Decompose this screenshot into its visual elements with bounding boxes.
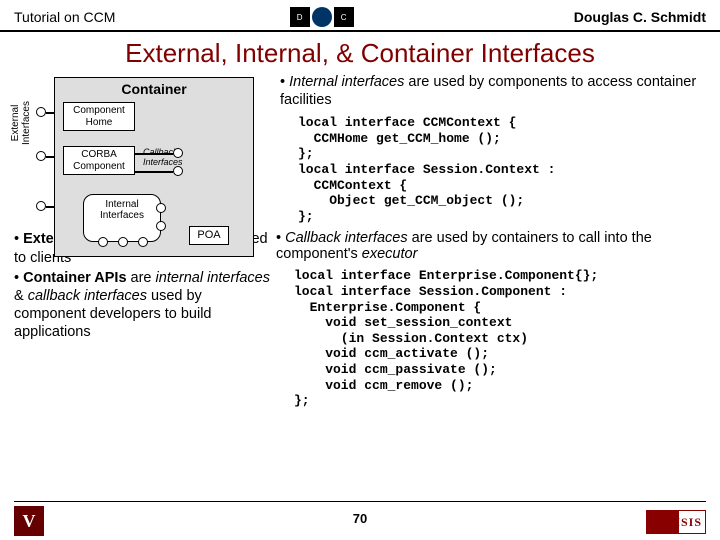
page-number: 70 bbox=[0, 511, 720, 526]
text: callback interfaces bbox=[28, 288, 147, 304]
port-icon bbox=[173, 166, 183, 176]
poa-box: POA bbox=[189, 226, 229, 245]
port-icon bbox=[36, 107, 46, 117]
container-label: Container bbox=[55, 78, 253, 99]
port-icon bbox=[173, 148, 183, 158]
text: internal interfaces bbox=[156, 270, 270, 286]
internal-interfaces-label: Internal Interfaces bbox=[100, 199, 144, 221]
callback-bullet-area: • Callback interfaces are used by contai… bbox=[270, 230, 706, 408]
header-author: Douglas C. Schmidt bbox=[574, 9, 706, 25]
slide-title: External, Internal, & Container Interfac… bbox=[0, 32, 720, 73]
container-box: Container Component Home CORBA Component… bbox=[54, 77, 254, 257]
upper-content: External Interfaces Container Component … bbox=[0, 73, 720, 224]
port-icon bbox=[156, 221, 166, 231]
doc-logo: DC bbox=[290, 6, 400, 28]
api-bullets: • External APIs are interfaces provided … bbox=[14, 230, 270, 408]
footer-divider bbox=[14, 501, 706, 502]
code-block-ccmcontext: local interface CCMContext { CCMHome get… bbox=[280, 115, 706, 224]
text: Internal interfaces bbox=[289, 74, 404, 90]
header-left: Tutorial on CCM bbox=[14, 9, 115, 25]
isis-logo bbox=[646, 510, 706, 534]
port-icon bbox=[156, 203, 166, 213]
internal-interfaces-bullet: • Internal interfaces are used by compon… bbox=[280, 73, 706, 109]
callback-interfaces-bullet: • Callback interfaces are used by contai… bbox=[276, 230, 706, 262]
corba-component-box: CORBA Component bbox=[63, 146, 135, 175]
text: & bbox=[14, 288, 28, 304]
port-icon bbox=[36, 201, 46, 211]
slide-header: Tutorial on CCM DC Douglas C. Schmidt bbox=[0, 0, 720, 32]
text: executor bbox=[362, 246, 418, 262]
internal-interfaces-box: Internal Interfaces bbox=[83, 194, 161, 242]
container-diagram: External Interfaces Container Component … bbox=[14, 73, 274, 224]
text: Container APIs bbox=[23, 270, 126, 286]
component-home-box: Component Home bbox=[63, 102, 135, 131]
text: are bbox=[127, 270, 156, 286]
port-icon bbox=[118, 237, 128, 247]
container-apis-bullet: • Container APIs are internal interfaces… bbox=[14, 269, 270, 342]
port-icon bbox=[36, 151, 46, 161]
internal-bullet-area: • Internal interfaces are used by compon… bbox=[274, 73, 706, 224]
text: Callback interfaces bbox=[285, 230, 408, 246]
code-block-enterprise: local interface Enterprise.Component{}; … bbox=[276, 268, 706, 408]
port-icon bbox=[138, 237, 148, 247]
port-icon bbox=[98, 237, 108, 247]
external-interfaces-label: External Interfaces bbox=[10, 83, 32, 163]
